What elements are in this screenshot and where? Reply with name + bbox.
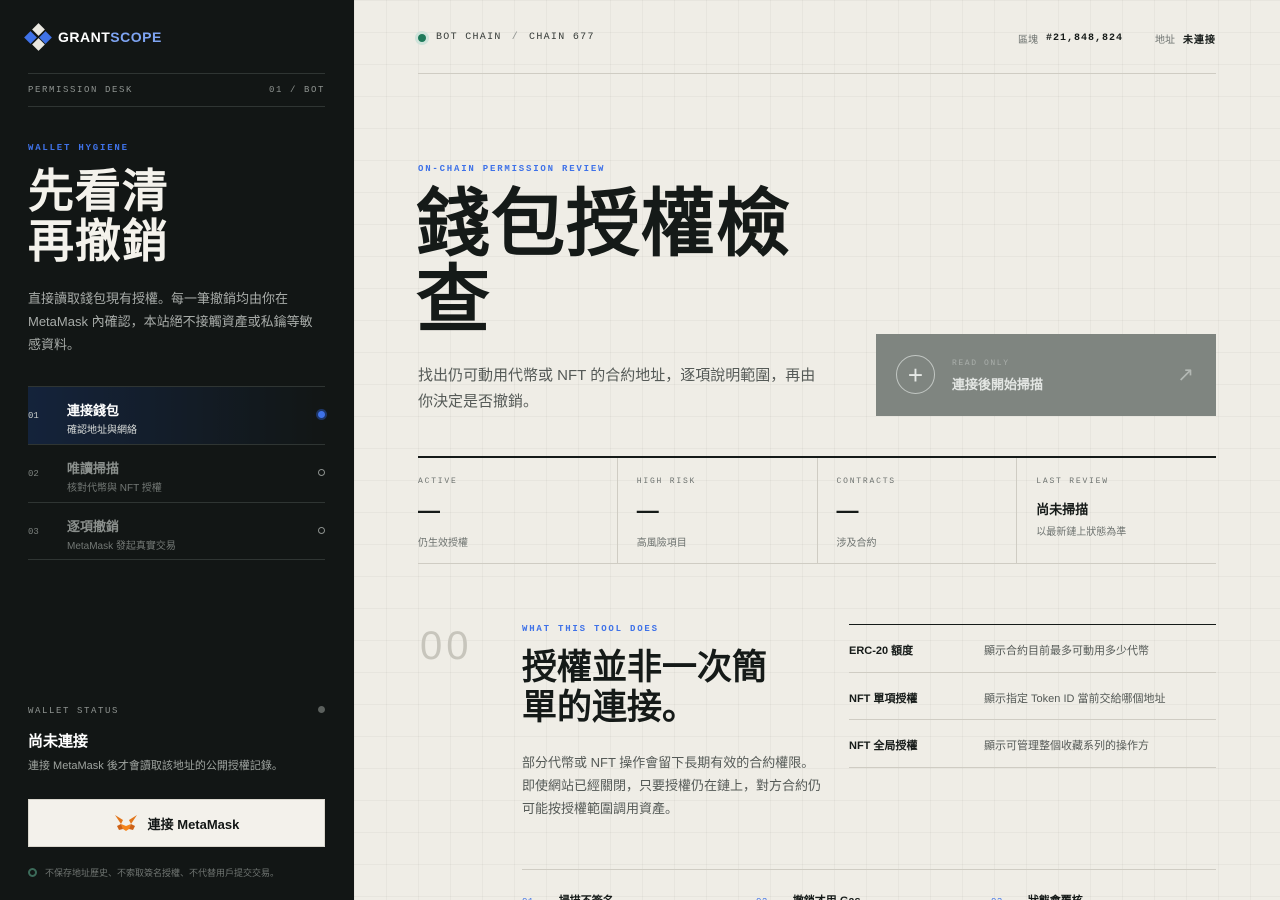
brand-logo[interactable]: GRANTSCOPE — [24, 23, 162, 51]
step-read-scan[interactable]: 02 唯讀掃描 核對代幣與 NFT 授權 — [28, 444, 325, 502]
step-subtitle: 核對代幣與 NFT 授權 — [67, 483, 162, 494]
wallet-status-label: WALLET STATUS — [28, 706, 120, 716]
step-number: 01 — [28, 411, 39, 421]
start-scan-card[interactable]: + READ ONLY 連接後開始掃描 ↗ — [876, 334, 1216, 416]
arrow-up-right-icon: ↗ — [1177, 364, 1194, 386]
step-subtitle: MetaMask 發起真實交易 — [67, 541, 176, 552]
permission-desc: 顯示指定 Token ID 當前交給哪個地址 — [984, 692, 1166, 705]
scan-card-title: 連接後開始掃描 — [952, 377, 1044, 392]
section-description: 部分代幣或 NFT 操作會留下長期有效的合約權限。即使網站已經關閉，只要授權仍在… — [522, 755, 822, 816]
connect-metamask-button[interactable]: 連接 MetaMask — [28, 799, 325, 847]
privacy-text: 不保存地址歷史、不索取簽名授權、不代替用戶提交交易。 — [45, 868, 280, 878]
hero-eyebrow: ON-CHAIN PERMISSION REVIEW — [418, 164, 606, 174]
feature-item: 03 狀態會覆核 — [991, 892, 1083, 900]
chain-status: BOT CHAIN / CHAIN 677 — [418, 32, 595, 43]
feature-item: 02 撤銷才用 Gas — [756, 892, 861, 900]
stat-active: ACTIVE — 仍生效授權 — [418, 458, 618, 563]
desk-label: PERMISSION DESK — [28, 85, 134, 95]
table-row: ERC-20 額度 顯示合約目前最多可動用多少代幣 — [849, 625, 1216, 673]
wallet-status-subtitle: 連接 MetaMask 後才會讀取該地址的公開授權記錄。 — [28, 760, 283, 772]
metamask-fox-icon — [114, 815, 137, 831]
feature-item: 01 掃描不簽名 — [522, 892, 614, 900]
chain-separator: / — [511, 32, 520, 43]
address-value: 未連接 — [1183, 35, 1216, 46]
permission-name: ERC-20 額度 — [849, 645, 914, 657]
stats-row: ACTIVE — 仍生效授權 HIGH RISK — 高風險項目 CONTRAC… — [418, 456, 1216, 564]
brand-name: GRANTSCOPE — [58, 29, 162, 45]
desk-page: 01 / BOT — [268, 85, 325, 95]
read-only-tag: READ ONLY — [952, 359, 1010, 368]
step-dot-icon — [318, 469, 325, 476]
logo-diamond-icon — [24, 23, 52, 51]
step-title: 逐項撤銷 — [67, 519, 120, 534]
table-row: NFT 單項授權 顯示指定 Token ID 當前交給哪個地址 — [849, 673, 1216, 720]
stat-value: — — [636, 498, 659, 523]
stat-contracts: CONTRACTS — 涉及合約 — [818, 458, 1018, 563]
address-label: 地址 — [1155, 35, 1175, 46]
wallet-status-title: 尚未連接 — [28, 733, 89, 750]
feature-title: 撤銷才用 Gas — [793, 892, 861, 900]
step-subtitle: 確認地址與網絡 — [67, 425, 137, 436]
stat-subtitle: 以最新鏈上狀態為準 — [1036, 527, 1127, 538]
privacy-note: 不保存地址歷史、不索取簽名授權、不代替用戶提交交易。 — [28, 866, 279, 879]
step-title: 連接錢包 — [67, 403, 120, 418]
step-revoke[interactable]: 03 逐項撤銷 MetaMask 發起真實交易 — [28, 502, 325, 560]
section-eyebrow: WHAT THIS TOOL DOES — [522, 624, 659, 634]
stat-last-review: LAST REVIEW 尚未掃描 以最新鏈上狀態為準 — [1017, 458, 1216, 563]
sidebar: GRANTSCOPE PERMISSION DESK 01 / BOT WALL… — [0, 0, 354, 900]
stat-value: — — [836, 498, 859, 523]
permission-name: NFT 全局授權 — [849, 740, 918, 752]
permission-desc: 顯示可管理整個收藏系列的操作方 — [984, 740, 1149, 752]
permission-types-table: ERC-20 額度 顯示合約目前最多可動用多少代幣 NFT 單項授權 顯示指定 … — [849, 624, 1216, 768]
step-title: 唯讀掃描 — [67, 461, 120, 476]
wallet-status-dot-icon — [318, 706, 325, 713]
feature-list: 01 掃描不簽名 02 撤銷才用 Gas 03 狀態會覆核 — [522, 869, 1216, 900]
section-number: 00 — [420, 624, 473, 668]
step-list: 01 連接錢包 確認地址與網絡 02 唯讀掃描 核對代幣與 NFT 授權 03 … — [28, 386, 325, 560]
stat-label: CONTRACTS — [836, 477, 896, 486]
stat-label: LAST REVIEW — [1036, 477, 1109, 486]
stat-subtitle: 涉及合約 — [836, 538, 877, 549]
chain-name: BOT CHAIN — [436, 32, 502, 43]
stat-high-risk: HIGH RISK — 高風險項目 — [618, 458, 818, 563]
chain-online-dot-icon — [418, 33, 426, 42]
sidebar-description: 直接讀取錢包現有授權。每一筆撤銷均由你在 MetaMask 內確認，本站絕不接觸… — [28, 291, 313, 352]
stat-subtitle: 高風險項目 — [636, 538, 687, 549]
permission-desk-bar: PERMISSION DESK 01 / BOT — [28, 73, 325, 107]
feature-title: 狀態會覆核 — [1028, 892, 1083, 900]
stat-subtitle: 仍生效授權 — [418, 538, 468, 549]
stat-label: HIGH RISK — [636, 477, 697, 486]
step-connect-wallet[interactable]: 01 連接錢包 確認地址與網絡 — [28, 386, 325, 444]
block-label: 區塊 — [1017, 35, 1038, 46]
connect-metamask-label: 連接 MetaMask — [147, 816, 240, 832]
stat-label: ACTIVE — [418, 477, 458, 486]
table-row: NFT 全局授權 顯示可管理整個收藏系列的操作方 — [849, 720, 1216, 768]
section-title: 授權並非一次簡 單的連接。 — [522, 648, 768, 727]
block-address-info: 區塊 #21,848,824 地址 未連接 — [1018, 31, 1216, 46]
permission-desc: 顯示合約目前最多可動用多少代幣 — [984, 645, 1149, 657]
step-number: 02 — [28, 469, 39, 479]
plus-circle-icon: + — [896, 355, 935, 394]
permission-name: NFT 單項授權 — [849, 692, 918, 705]
top-bar: BOT CHAIN / CHAIN 677 區塊 #21,848,824 地址 … — [418, 28, 1216, 74]
feature-title: 掃描不簽名 — [559, 892, 614, 900]
step-number: 03 — [28, 527, 39, 537]
sidebar-title: 先看清 再撤銷 — [28, 165, 169, 267]
stat-value: — — [418, 498, 440, 523]
step-dot-icon — [318, 527, 325, 534]
chain-id: CHAIN 677 — [529, 32, 595, 43]
step-active-dot-icon — [318, 411, 325, 418]
shield-dot-icon — [28, 868, 37, 877]
main-panel: BOT CHAIN / CHAIN 677 區塊 #21,848,824 地址 … — [354, 0, 1280, 900]
block-number: #21,848,824 — [1045, 33, 1123, 44]
hero-description: 找出仍可動用代幣或 NFT 的合約地址，逐項說明範圍，再由你決定是否撤銷。 — [418, 367, 816, 410]
sidebar-eyebrow: WALLET HYGIENE — [28, 143, 129, 153]
hero-title: 錢包授權檢查 — [416, 182, 791, 341]
stat-value: 尚未掃描 — [1036, 502, 1089, 517]
